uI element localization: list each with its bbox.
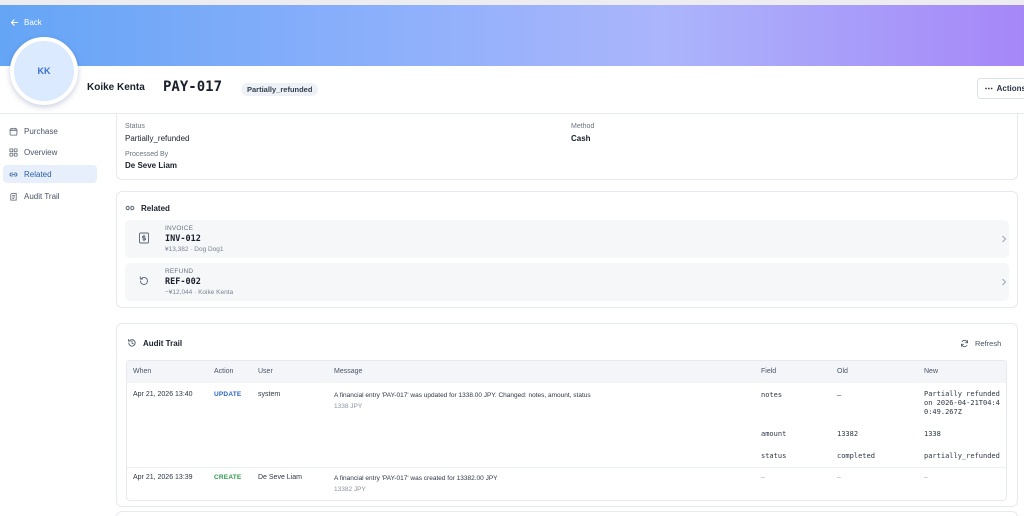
dollar-doc-icon <box>139 232 149 244</box>
related-item-invoice[interactable]: INVOICE INV-012 ¥13,382 · Dog Dog1 <box>125 220 1009 258</box>
related-type: REFUND <box>165 268 194 275</box>
page-title: PAY-017 <box>163 79 223 95</box>
calendar-icon <box>9 127 18 136</box>
sidebar-item-related[interactable]: Related <box>3 165 97 183</box>
more-horizontal-icon <box>985 87 993 90</box>
cell-old: – <box>837 474 841 481</box>
related-item-refund[interactable]: REFUND REF-002 −¥12,044 · Koike Kenta <box>125 263 1009 301</box>
sidebar-item-overview[interactable]: Overview <box>3 143 97 161</box>
cell-new: – <box>924 474 928 481</box>
related-sub: −¥12,044 · Koike Kenta <box>165 289 234 296</box>
cell-message-sub: 1338 JPY <box>334 403 363 410</box>
col-when: When <box>133 368 152 375</box>
related-card: Related INVOICE INV-012 ¥13,382 · Dog Do… <box>116 191 1018 308</box>
sidebar-item-purchase[interactable]: Purchase <box>3 122 97 140</box>
cell-old: — <box>837 391 842 399</box>
cell-field: amount <box>761 430 787 438</box>
page-header: Koike Kenta PAY-017 Partially_refunded A… <box>0 66 1024 114</box>
sidebar-item-label: Purchase <box>24 126 58 136</box>
link-icon <box>125 205 135 211</box>
table-header: When Action User Message Field Old New <box>127 361 1006 383</box>
arrow-left-icon <box>10 19 19 26</box>
cell-user: De Seve Liam <box>258 474 302 481</box>
cell-message: A financial entry 'PAY-017' was updated … <box>334 392 591 399</box>
audit-title-text: Audit Trail <box>143 338 183 348</box>
method-value: Cash <box>571 134 591 143</box>
audit-trail-card: Audit Trail Refresh When Action User Mes… <box>116 323 1018 507</box>
cell-new: partially_refunded <box>924 452 1000 460</box>
cell-action: UPDATE <box>214 391 242 398</box>
status-badge: Partially_refunded <box>241 83 319 96</box>
actions-button[interactable]: Actions <box>977 78 1024 99</box>
cell-when: Apr 21, 2026 13:40 <box>133 391 193 398</box>
processed-by-label: Processed By <box>125 151 169 158</box>
col-user: User <box>258 368 273 375</box>
row-divider <box>127 467 1006 468</box>
col-field: Field <box>761 368 777 375</box>
status-value: Partially_refunded <box>125 134 190 143</box>
cell-new: on 2026-04-21T04:4 <box>924 399 1000 407</box>
rotate-ccw-icon <box>139 276 148 285</box>
cell-new: 1338 <box>924 430 941 438</box>
related-sub: ¥13,382 · Dog Dog1 <box>165 246 224 253</box>
related-title: Related <box>125 203 170 213</box>
cell-new: Partially refunded <box>924 390 1000 398</box>
col-message: Message <box>334 368 363 375</box>
cell-old: 13382 <box>837 430 859 438</box>
customer-name: Koike Kenta <box>87 82 145 93</box>
related-code: REF-002 <box>165 277 201 287</box>
back-link[interactable]: Back <box>10 18 42 27</box>
cell-action: CREATE <box>214 474 242 481</box>
avatar: KK <box>10 37 78 105</box>
related-code: INV-012 <box>165 234 201 244</box>
cell-field: status <box>761 452 787 460</box>
details-card: Status Partially_refunded Method Cash Pr… <box>116 114 1018 180</box>
cell-new: 0:49.267Z <box>924 408 962 416</box>
sidebar: Purchase Overview Related Audit Trail <box>0 114 104 516</box>
actions-label: Actions <box>996 84 1024 93</box>
col-old: Old <box>837 368 848 375</box>
grid-icon <box>9 147 18 157</box>
sidebar-item-label: Related <box>24 169 52 179</box>
sidebar-item-audit-trail[interactable]: Audit Trail <box>3 187 97 205</box>
next-card-edge <box>116 511 1018 516</box>
cell-field: – <box>761 474 765 481</box>
back-label: Back <box>24 18 42 27</box>
related-title-text: Related <box>141 203 170 213</box>
audit-table: When Action User Message Field Old New A… <box>126 360 1007 501</box>
cell-user: system <box>258 391 281 398</box>
clipboard-icon <box>10 192 17 201</box>
related-type: INVOICE <box>165 225 194 232</box>
avatar-initials: KK <box>37 66 51 76</box>
chevron-right-icon <box>1002 235 1007 243</box>
method-label: Method <box>571 123 595 130</box>
sidebar-item-label: Overview <box>24 147 58 157</box>
processed-by-value: De Seve Liam <box>125 161 178 170</box>
cell-when: Apr 21, 2026 13:39 <box>133 474 193 481</box>
col-new: New <box>924 368 939 375</box>
link-icon <box>9 172 18 176</box>
cell-message: A financial entry 'PAY-017' was created … <box>334 475 498 482</box>
refresh-icon <box>961 339 968 348</box>
status-label: Status <box>125 123 145 130</box>
col-action: Action <box>214 368 234 375</box>
chevron-right-icon <box>1002 278 1007 286</box>
cell-message-sub: 13382 JPY <box>334 486 366 493</box>
history-icon <box>128 339 136 347</box>
hero-banner: Back <box>0 5 1024 66</box>
sidebar-item-label: Audit Trail <box>24 191 60 201</box>
cell-old: completed <box>837 452 875 460</box>
refresh-button[interactable]: Refresh <box>960 339 1001 348</box>
refresh-label: Refresh <box>975 339 1002 348</box>
audit-title: Audit Trail <box>127 338 182 348</box>
cell-field: notes <box>761 391 783 399</box>
